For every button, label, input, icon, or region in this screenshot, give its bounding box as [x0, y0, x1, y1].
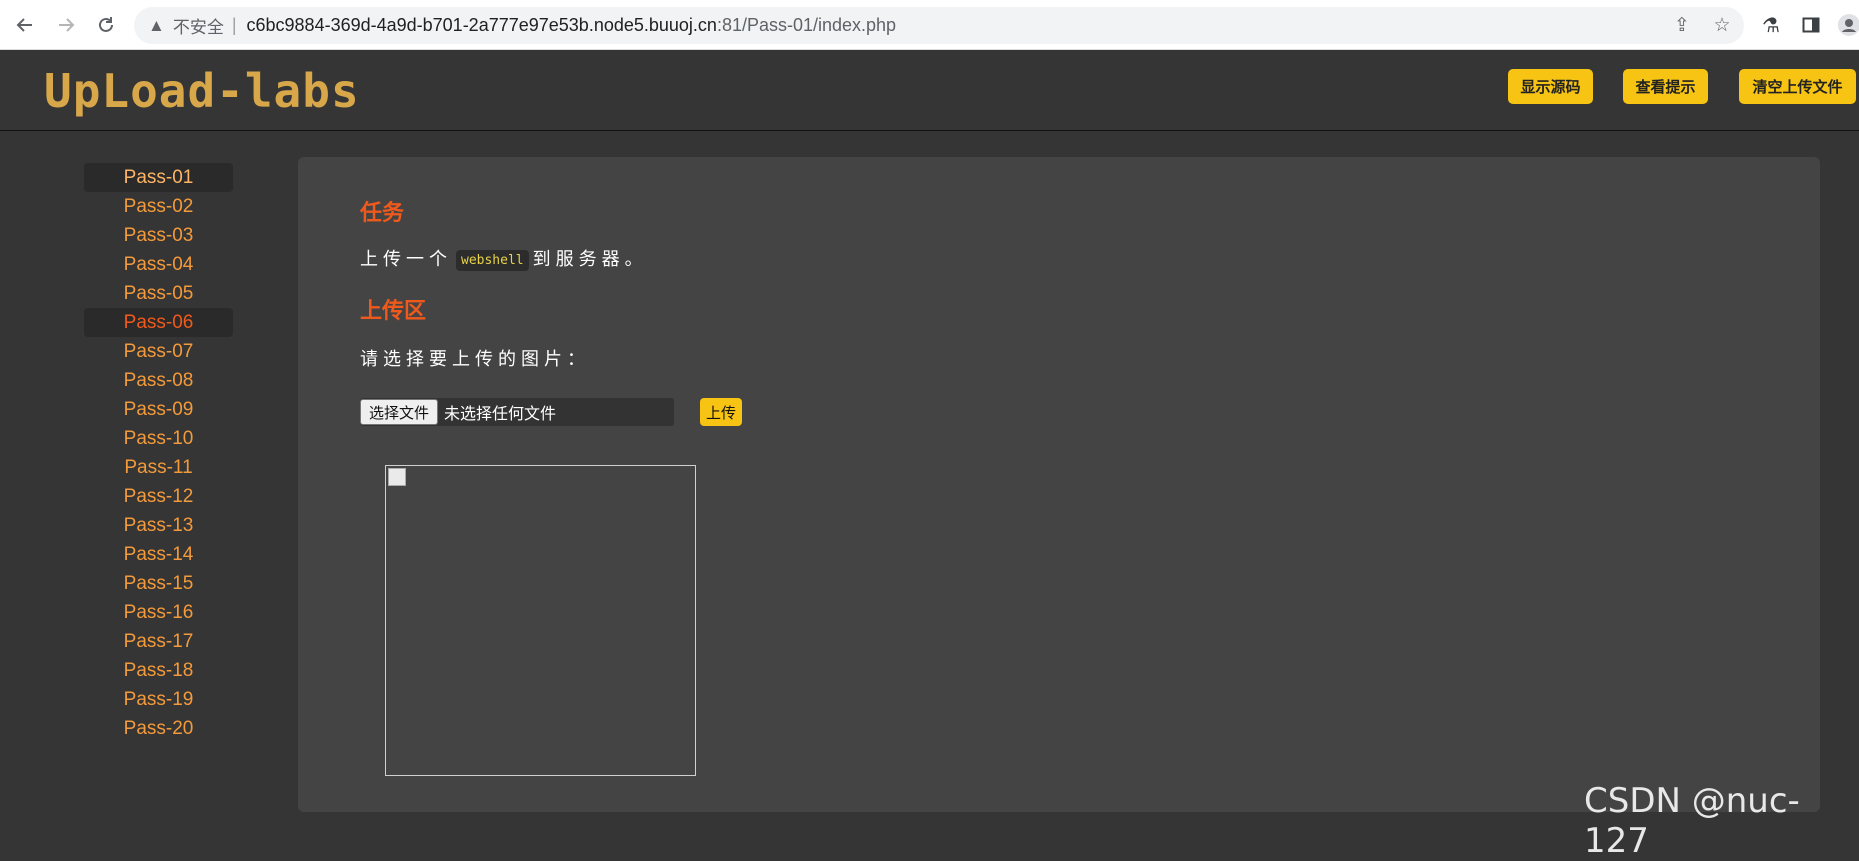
sidebar-item-pass-13[interactable]: Pass-13	[84, 511, 233, 540]
back-button[interactable]	[11, 11, 39, 39]
sidebar-item-pass-07[interactable]: Pass-07	[84, 337, 233, 366]
security-label[interactable]: 不安全	[173, 13, 224, 38]
url-separator: |	[231, 15, 237, 35]
sidebar-item-pass-03[interactable]: Pass-03	[84, 221, 233, 250]
profile-avatar-icon[interactable]	[1835, 11, 1859, 39]
arrow-right-icon	[59, 18, 75, 32]
file-status: 未选择任何文件	[444, 404, 557, 423]
forward-button[interactable]	[52, 11, 80, 39]
clear-uploads-button[interactable]: 清空上传文件	[1739, 69, 1856, 104]
sidebar-item-pass-08[interactable]: Pass-08	[84, 366, 233, 395]
task-code: webshell	[456, 249, 529, 271]
site-logo[interactable]: UpLoad-labs	[44, 64, 360, 118]
bookmark-star-icon[interactable]: ☆	[1708, 7, 1736, 44]
sidebar-item-pass-20[interactable]: Pass-20	[84, 714, 233, 743]
url-host: c6bc9884-369d-4a9d-b701-2a777e97e53b.nod…	[246, 15, 717, 35]
broken-image-icon	[388, 468, 406, 486]
side-panel-glyph	[1802, 17, 1820, 33]
sidebar-item-pass-06[interactable]: Pass-06	[84, 308, 233, 337]
sidebar-item-pass-14[interactable]: Pass-14	[84, 540, 233, 569]
page-header: UpLoad-labs 显示源码 查看提示 清空上传文件	[0, 50, 1859, 131]
show-source-button[interactable]: 显示源码	[1508, 69, 1593, 104]
sidebar-item-pass-02[interactable]: Pass-02	[84, 192, 233, 221]
sidebar-item-pass-04[interactable]: Pass-04	[84, 250, 233, 279]
task-title: 任务	[360, 201, 405, 226]
sidebar-item-pass-16[interactable]: Pass-16	[84, 598, 233, 627]
side-panel-icon[interactable]	[1797, 11, 1825, 39]
browser-toolbar: ▲ 不安全 | c6bc9884-369d-4a9d-b701-2a777e97…	[0, 0, 1859, 50]
arrow-left-icon	[16, 18, 32, 32]
sidebar-item-pass-11[interactable]: Pass-11	[84, 453, 233, 482]
share-icon[interactable]: ⇪	[1668, 7, 1696, 44]
sidebar-item-pass-19[interactable]: Pass-19	[84, 685, 233, 714]
address-bar[interactable]: ▲ 不安全 | c6bc9884-369d-4a9d-b701-2a777e97…	[134, 7, 1744, 44]
reload-icon	[99, 17, 113, 32]
sidebar-item-pass-05[interactable]: Pass-05	[84, 279, 233, 308]
task-prefix: 上传一个	[360, 249, 452, 270]
url-path: :81/Pass-01/index.php	[716, 15, 897, 35]
file-input[interactable]: 选择文件 未选择任何文件	[360, 398, 674, 426]
sidebar-item-pass-15[interactable]: Pass-15	[84, 569, 233, 598]
main-panel: 任务 上传一个 webshell 到服务器。 上传区 请选择要上传的图片： 选择文件…	[298, 157, 1820, 812]
image-preview	[385, 465, 696, 776]
sidebar-item-pass-10[interactable]: Pass-10	[84, 424, 233, 453]
pass-sidebar: Pass-01 Pass-02 Pass-03 Pass-04 Pass-05 …	[84, 163, 233, 743]
upload-button[interactable]: 上传	[700, 398, 742, 426]
extension-flask-icon[interactable]: ⚗	[1757, 11, 1785, 39]
choose-file-button[interactable]: 选择文件	[360, 399, 439, 425]
task-description: 上传一个 webshell 到服务器。	[360, 245, 648, 271]
sidebar-item-pass-09[interactable]: Pass-09	[84, 395, 233, 424]
view-hint-button[interactable]: 查看提示	[1623, 69, 1708, 104]
sidebar-item-pass-18[interactable]: Pass-18	[84, 656, 233, 685]
sidebar-item-pass-01[interactable]: Pass-01	[84, 163, 233, 192]
sidebar-item-pass-17[interactable]: Pass-17	[84, 627, 233, 656]
task-suffix: 到服务器。	[532, 249, 648, 270]
upload-prompt: 请选择要上传的图片：	[360, 349, 590, 370]
sidebar-item-pass-12[interactable]: Pass-12	[84, 482, 233, 511]
watermark: CSDN @nuc-127	[1584, 781, 1800, 861]
upload-title: 上传区	[360, 299, 427, 324]
person-icon	[1838, 14, 1859, 36]
reload-button[interactable]	[92, 11, 120, 39]
warning-icon[interactable]: ▲	[148, 16, 165, 36]
